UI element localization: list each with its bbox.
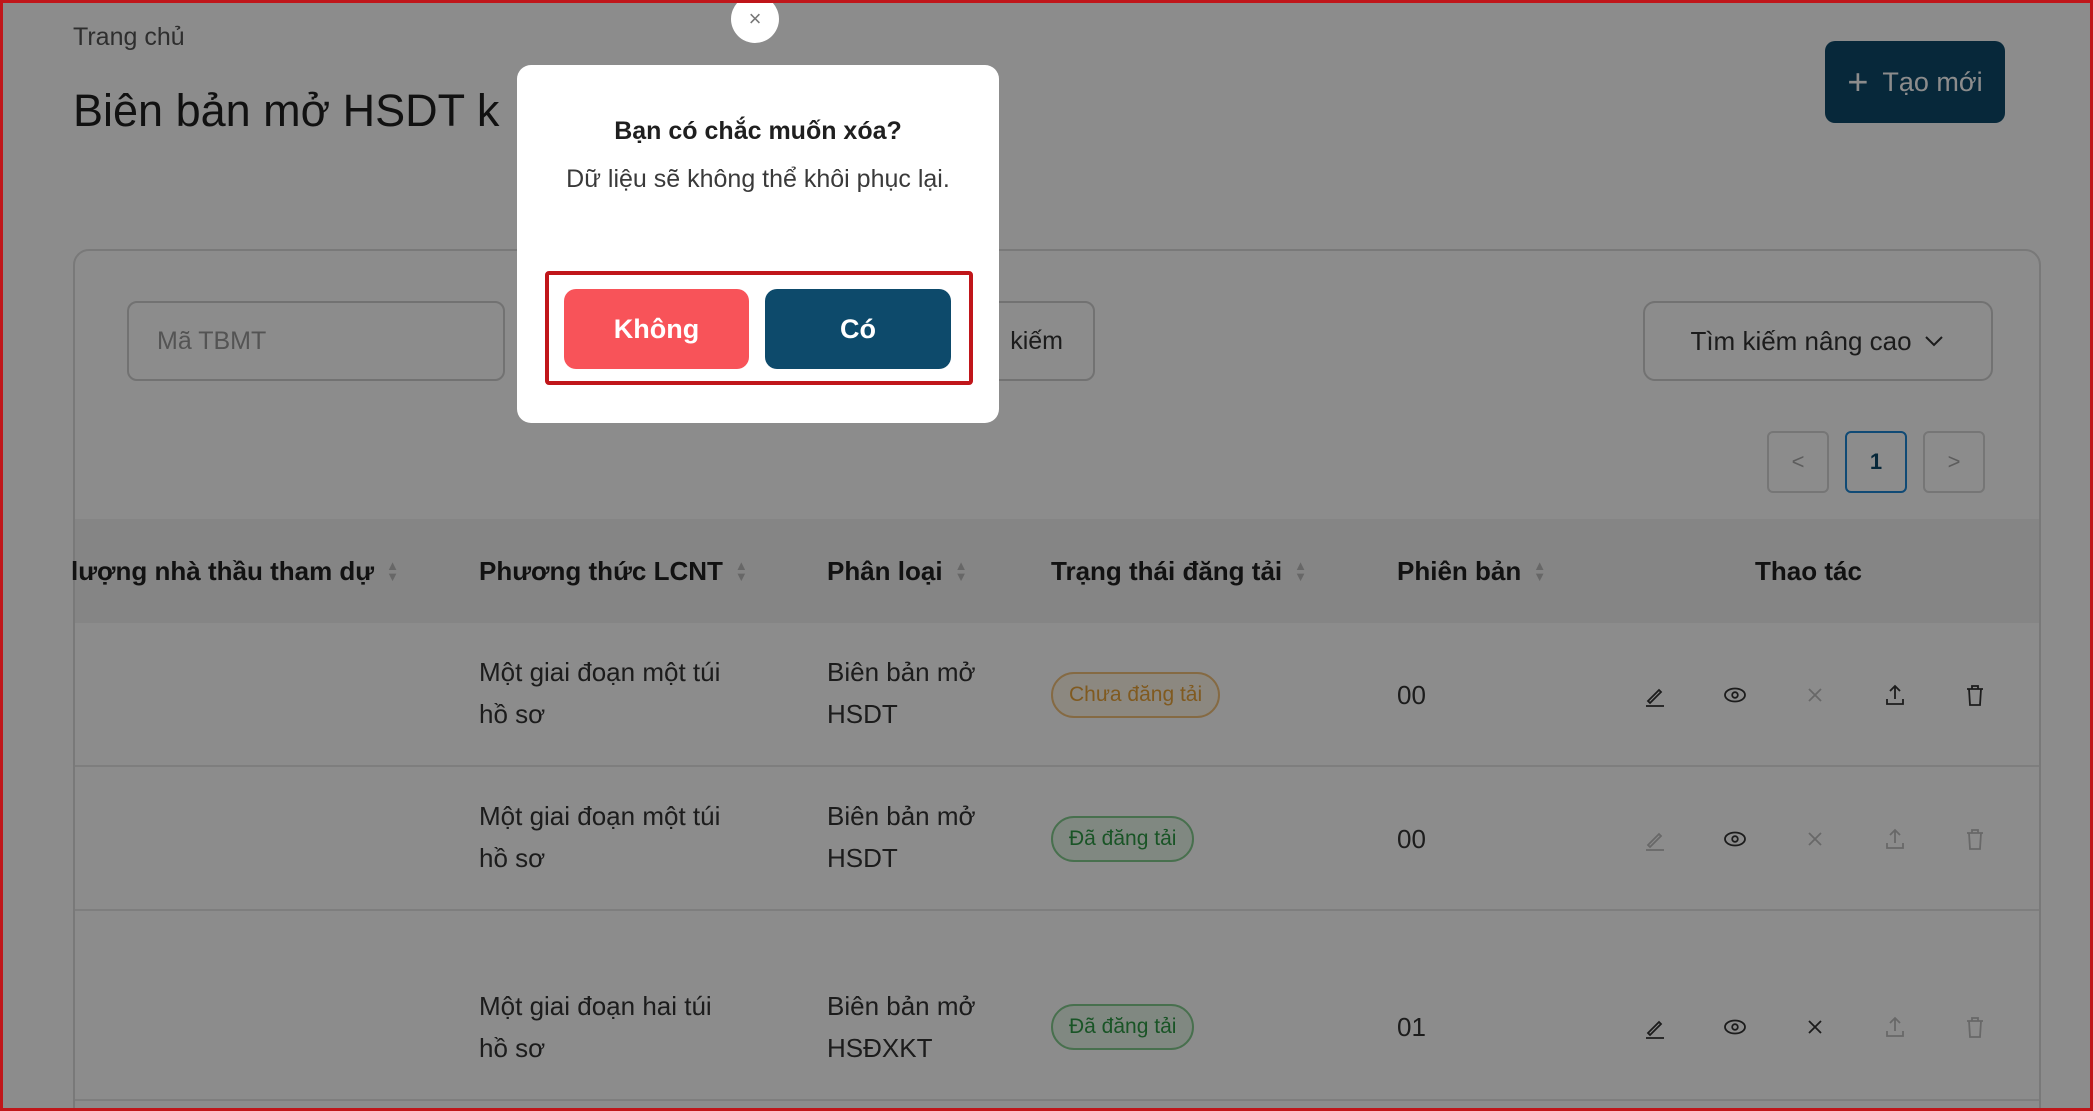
- confirm-delete-modal: Bạn có chắc muốn xóa? Dữ liệu sẽ không t…: [517, 65, 999, 423]
- no-button[interactable]: Không: [564, 289, 749, 369]
- modal-message: Dữ liệu sẽ không thể khôi phục lại.: [566, 165, 950, 193]
- modal-title: Bạn có chắc muốn xóa?: [614, 117, 902, 145]
- yes-button[interactable]: Có: [765, 289, 951, 369]
- screenshot-frame: Trang chủ Biên bản mở HSDT k + Tạo mới M…: [0, 0, 2093, 1111]
- page: Trang chủ Biên bản mở HSDT k + Tạo mới M…: [3, 3, 2090, 1108]
- modal-backdrop[interactable]: [3, 3, 2090, 1108]
